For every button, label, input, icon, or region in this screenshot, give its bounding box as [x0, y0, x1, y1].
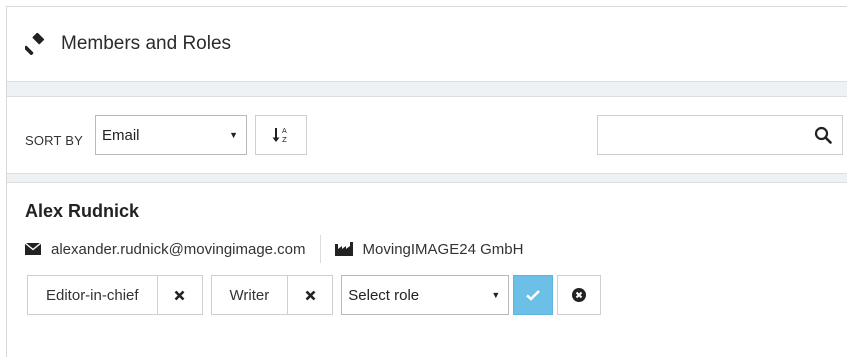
sort-field-value: Email [102, 126, 140, 144]
search-icon[interactable] [814, 126, 832, 144]
role-chip: Editor-in-chief [27, 275, 203, 315]
sort-toolbar: SORT BY Email ▼ A Z [7, 97, 847, 174]
sort-by-label: SORT BY [25, 133, 83, 148]
roles-row: Editor-in-chief Writer Select role ▼ [27, 275, 602, 315]
member-name: Alex Rudnick [25, 201, 140, 221]
svg-text:A: A [282, 127, 287, 135]
member-company: MovingIMAGE24 GmbH [362, 240, 524, 258]
role-select[interactable]: Select role ▼ [341, 275, 510, 315]
close-icon [174, 290, 185, 300]
factory-icon [334, 242, 353, 256]
envelope-icon [25, 243, 41, 255]
separator-band [7, 174, 847, 183]
remove-role-button[interactable] [158, 276, 202, 314]
close-icon [305, 290, 316, 300]
page-title: Members and Roles [61, 33, 232, 54]
separator-band [7, 82, 847, 97]
svg-text:Z: Z [282, 136, 287, 144]
role-chip-label: Writer [212, 276, 289, 314]
role-chip: Writer [210, 275, 334, 315]
members-panel: Members and Roles SORT BY Email ▼ A Z Al… [6, 6, 847, 357]
role-select-value: Select role [348, 286, 420, 304]
search-input[interactable] [598, 116, 798, 154]
sort-alpha-asc-icon: A Z [272, 127, 287, 144]
confirm-role-button[interactable] [513, 275, 554, 315]
role-chip-label: Editor-in-chief [28, 276, 158, 314]
search-field[interactable] [597, 115, 843, 155]
cancel-role-button[interactable] [557, 275, 602, 315]
sort-order-button[interactable]: A Z [255, 115, 307, 155]
check-icon [526, 290, 541, 301]
sort-field-select[interactable]: Email ▼ [95, 115, 247, 155]
member-contact-row: alexander.rudnick@movingimage.com Moving… [25, 235, 523, 263]
gavel-icon [25, 33, 45, 55]
dropdown-arrow-icon: ▼ [491, 290, 501, 300]
member-card: Alex Rudnick alexander.rudnick@movingima… [7, 183, 847, 353]
close-circle-icon [572, 288, 587, 302]
remove-role-button[interactable] [288, 276, 332, 314]
divider [319, 235, 321, 263]
panel-header: Members and Roles [7, 7, 847, 82]
dropdown-arrow-icon: ▼ [229, 130, 238, 140]
member-email: alexander.rudnick@movingimage.com [51, 240, 306, 258]
